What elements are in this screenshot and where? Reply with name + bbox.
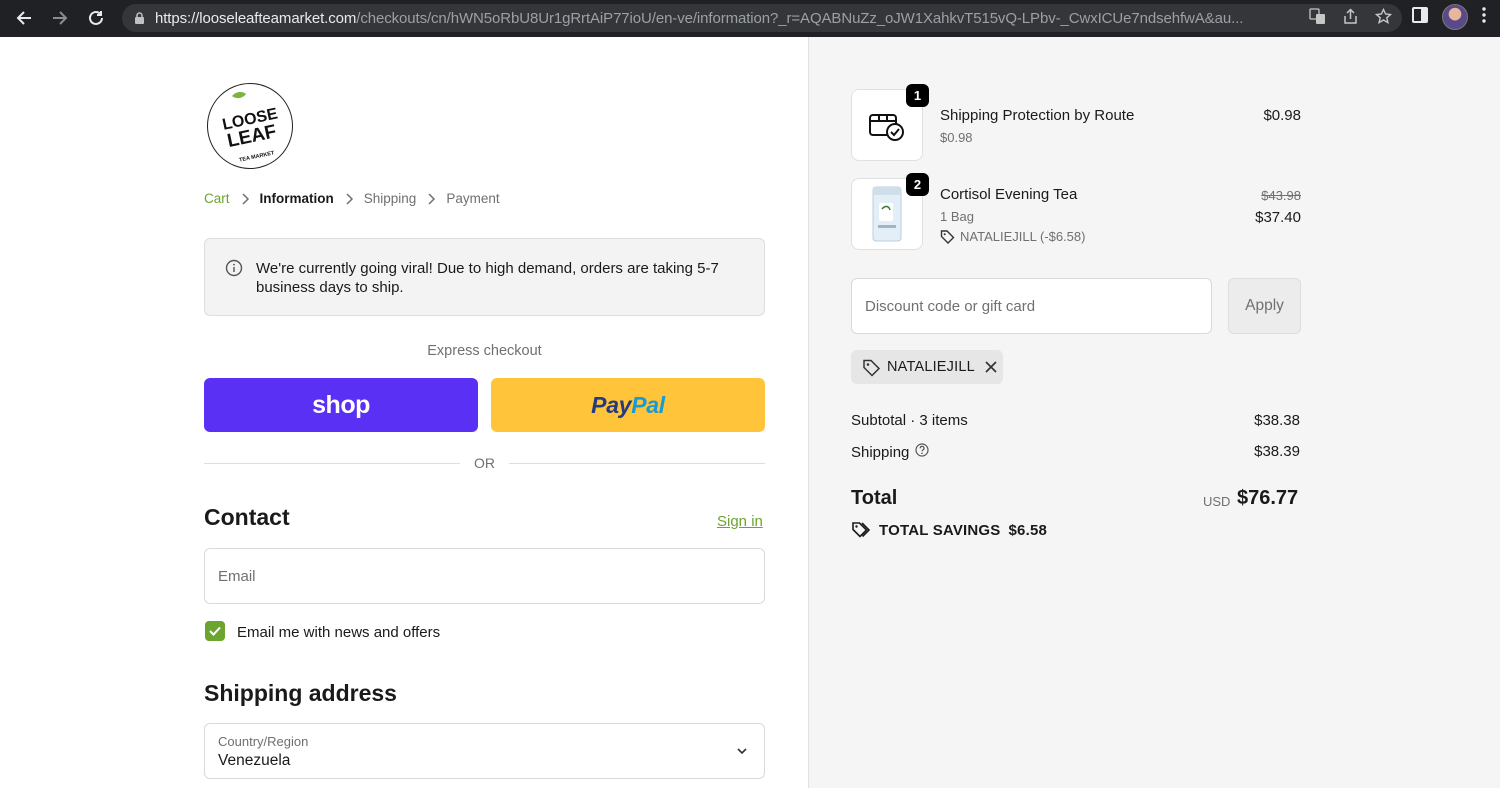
reload-icon[interactable] — [78, 0, 114, 36]
help-icon[interactable] — [915, 443, 929, 461]
bookmark-star-icon[interactable] — [1374, 7, 1393, 30]
item-name: Shipping Protection by Route — [940, 107, 1135, 124]
package-check-icon — [869, 114, 904, 141]
back-icon[interactable] — [6, 0, 42, 36]
paypal-pay-label: Pay — [591, 391, 632, 418]
express-checkout-label: Express checkout — [427, 343, 542, 359]
chevron-right-icon — [240, 192, 250, 205]
applied-discount-code: NATALIEJILL — [887, 359, 975, 375]
tag-icon — [940, 230, 955, 244]
total-label: Total — [851, 487, 898, 509]
url-text: https://looseleafteamarket.com/checkouts… — [155, 9, 1244, 27]
breadcrumb: Cart Information Shipping Payment — [204, 191, 510, 206]
info-icon — [225, 259, 243, 282]
item-price: $37.40 — [1255, 209, 1301, 226]
apply-discount-button[interactable]: Apply — [1228, 278, 1301, 334]
paypal-button[interactable]: Pay Pal — [491, 378, 765, 432]
breadcrumb-payment: Payment — [446, 191, 500, 206]
translate-icon[interactable] — [1309, 8, 1326, 30]
shipping-label: Shipping — [851, 443, 910, 461]
discount-code-input[interactable]: Discount code or gift card — [851, 278, 1212, 334]
chevron-down-icon — [736, 744, 748, 762]
forward-icon[interactable] — [42, 0, 78, 36]
chevron-right-icon — [426, 192, 436, 205]
or-divider: OR — [204, 454, 765, 472]
item-price: $0.98 — [1263, 107, 1301, 124]
side-panel-icon[interactable] — [1412, 6, 1428, 28]
viral-notice-banner: We're currently going viral! Due to high… — [204, 238, 765, 316]
profile-avatar[interactable] — [1442, 4, 1468, 30]
item-original-price: $43.98 — [1261, 188, 1301, 203]
savings-value: $6.58 — [1008, 521, 1048, 539]
browser-toolbar: https://looseleafteamarket.com/checkouts… — [0, 0, 1500, 37]
lock-icon — [134, 11, 145, 25]
apply-label: Apply — [1245, 297, 1284, 314]
country-region-value: Venezuela — [218, 752, 291, 769]
tea-bag-image — [872, 186, 902, 242]
email-field[interactable]: Email — [204, 548, 765, 604]
chevron-right-icon — [344, 192, 354, 205]
newsletter-checkbox[interactable] — [205, 621, 225, 641]
shop-pay-label: shop — [312, 390, 370, 419]
contact-heading: Contact — [204, 504, 290, 530]
remove-discount-icon[interactable] — [985, 361, 997, 373]
subtotal-label: Subtotal · 3 items — [851, 412, 968, 429]
item-discount: NATALIEJILL (-$6.58) — [940, 229, 1085, 244]
item-sub: $0.98 — [940, 130, 973, 145]
breadcrumb-cart[interactable]: Cart — [204, 191, 230, 206]
item-discount-text: NATALIEJILL (-$6.58) — [960, 229, 1086, 244]
newsletter-label[interactable]: Email me with news and offers — [237, 624, 440, 641]
item-quantity-badge: 1 — [906, 84, 929, 107]
currency-code: USD — [1203, 494, 1231, 509]
breadcrumb-shipping: Shipping — [363, 191, 417, 206]
paypal-pal-label: Pal — [631, 391, 665, 418]
breadcrumb-information: Information — [259, 191, 334, 206]
tag-icon — [863, 359, 881, 377]
savings-label: TOTAL SAVINGS — [879, 521, 1001, 539]
share-icon[interactable] — [1342, 8, 1359, 30]
applied-discount-chip: NATALIEJILL — [851, 350, 1003, 384]
item-quantity-badge: 2 — [906, 173, 929, 196]
address-bar[interactable]: https://looseleafteamarket.com/checkouts… — [122, 4, 1402, 32]
sign-in-link[interactable]: Sign in — [717, 513, 763, 530]
country-region-select[interactable]: Country/Region Venezuela — [204, 723, 765, 779]
shipping-address-heading: Shipping address — [204, 680, 397, 706]
total-value: $76.77 — [1237, 487, 1299, 509]
item-name: Cortisol Evening Tea — [940, 186, 1078, 203]
total-savings: TOTAL SAVINGS $6.58 — [851, 521, 1047, 539]
logo-line-3: TEA MARKET — [239, 150, 276, 163]
discount-placeholder: Discount code or gift card — [865, 297, 1036, 315]
country-region-label: Country/Region — [218, 734, 309, 749]
item-sub: 1 Bag — [940, 209, 974, 224]
menu-kebab-icon[interactable] — [1482, 6, 1486, 28]
notice-text: We're currently going viral! Due to high… — [256, 260, 719, 296]
email-placeholder: Email — [218, 567, 256, 585]
or-label: OR — [474, 455, 495, 471]
shipping-row: Shipping — [851, 443, 929, 461]
subtotal-value: $38.38 — [1254, 412, 1300, 429]
store-logo[interactable]: LOOSE LEAF TEA MARKET — [207, 83, 293, 169]
shop-pay-button[interactable]: shop — [204, 378, 478, 432]
shipping-value: $38.39 — [1254, 443, 1300, 460]
double-tag-icon — [852, 522, 871, 538]
